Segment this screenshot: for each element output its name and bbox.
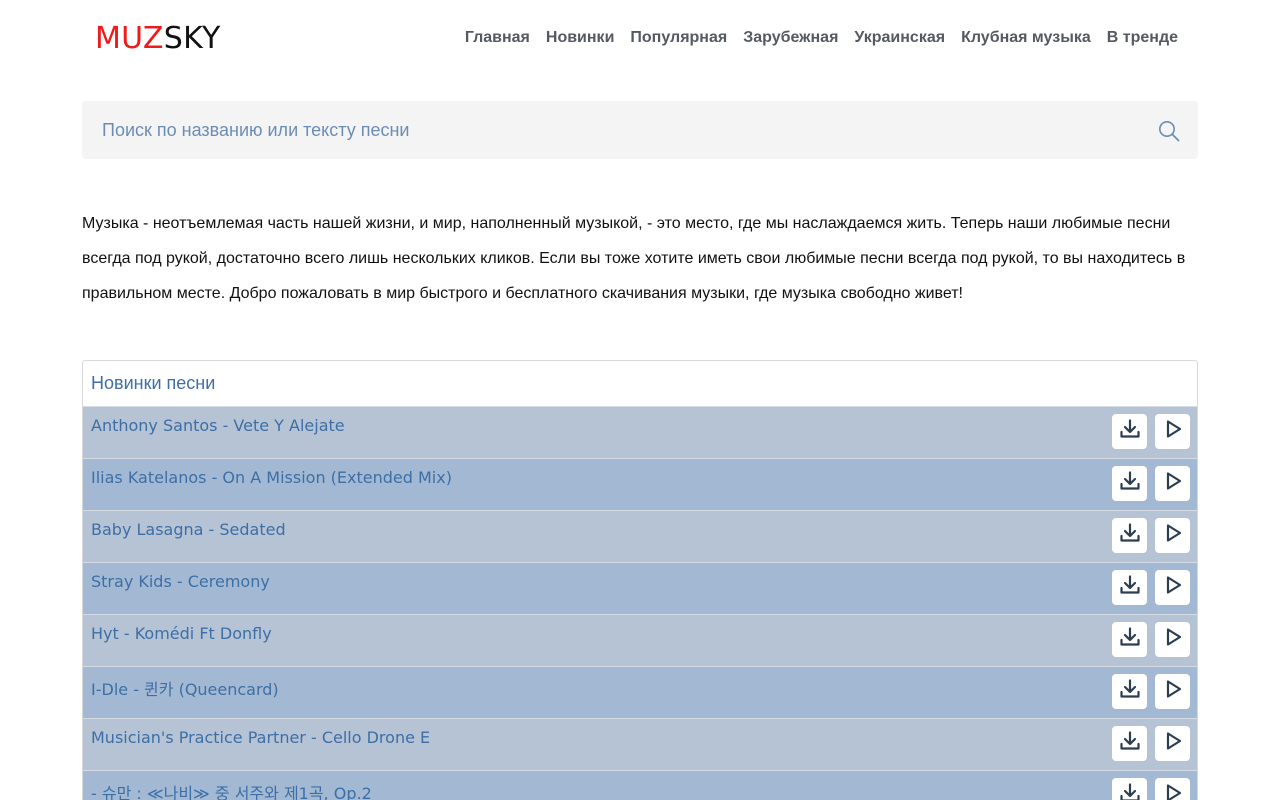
nav-new[interactable]: Новинки xyxy=(546,29,615,47)
download-icon xyxy=(1118,625,1142,654)
nav-popular[interactable]: Популярная xyxy=(630,29,727,47)
play-icon xyxy=(1161,521,1185,550)
play-icon xyxy=(1161,781,1185,800)
song-title-link[interactable]: Musician's Practice Partner - Cello Dron… xyxy=(91,728,430,747)
download-icon xyxy=(1118,521,1142,550)
song-row: Musician's Practice Partner - Cello Dron… xyxy=(83,718,1197,770)
play-button[interactable] xyxy=(1155,726,1190,761)
download-icon xyxy=(1118,417,1142,446)
search-icon[interactable] xyxy=(1158,120,1180,142)
song-row: Baby Lasagna - Sedated xyxy=(83,510,1197,562)
new-songs-panel: Новинки песни Anthony Santos - Vete Y Al… xyxy=(82,360,1198,800)
song-title-link[interactable]: Hyt - Komédi Ft Donfly xyxy=(91,624,272,643)
song-title-link[interactable]: Anthony Santos - Vete Y Alejate xyxy=(91,416,345,435)
play-icon xyxy=(1161,573,1185,602)
song-title-link[interactable]: - 슈만 : ≪나비≫ 중 서주와 제1곡, Op.2 xyxy=(91,780,372,800)
song-list: Anthony Santos - Vete Y Alejate Ilias Kat… xyxy=(83,406,1197,800)
nav-foreign[interactable]: Зарубежная xyxy=(743,29,838,47)
download-icon xyxy=(1118,729,1142,758)
song-title-link[interactable]: I-Dle - 퀸카 (Queencard) xyxy=(91,676,279,700)
intro-text: Музыка - неотъемлемая часть нашей жизни,… xyxy=(82,215,1186,302)
search-input[interactable] xyxy=(82,101,1198,159)
play-icon xyxy=(1161,417,1185,446)
song-row: Hyt - Komédi Ft Donfly xyxy=(83,614,1197,666)
play-button[interactable] xyxy=(1155,674,1190,709)
download-button[interactable] xyxy=(1112,414,1147,449)
download-button[interactable] xyxy=(1112,570,1147,605)
download-button[interactable] xyxy=(1112,518,1147,553)
song-row: Ilias Katelanos - On A Mission (Extended… xyxy=(83,458,1197,510)
main-nav: Главная Новинки Популярная Зарубежная Ук… xyxy=(465,29,1178,47)
download-button[interactable] xyxy=(1112,726,1147,761)
nav-club[interactable]: Клубная музыка xyxy=(961,29,1091,47)
download-icon xyxy=(1118,573,1142,602)
play-icon xyxy=(1161,469,1185,498)
page-container: MUZSKY Главная Новинки Популярная Зарубе… xyxy=(82,0,1198,800)
nav-trending[interactable]: В тренде xyxy=(1107,29,1178,47)
play-button[interactable] xyxy=(1155,414,1190,449)
play-button[interactable] xyxy=(1155,466,1190,501)
logo-part-red: MUZ xyxy=(95,20,164,56)
song-title-link[interactable]: Ilias Katelanos - On A Mission (Extended… xyxy=(91,468,452,487)
nav-ukrainian[interactable]: Украинская xyxy=(854,29,945,47)
panel-title: Новинки песни xyxy=(83,361,1197,406)
song-row: - 슈만 : ≪나비≫ 중 서주와 제1곡, Op.2 xyxy=(83,770,1197,800)
download-button[interactable] xyxy=(1112,674,1147,709)
play-button[interactable] xyxy=(1155,778,1190,800)
nav-home[interactable]: Главная xyxy=(465,29,530,47)
download-icon xyxy=(1118,677,1142,706)
search-bar xyxy=(82,101,1198,159)
play-button[interactable] xyxy=(1155,570,1190,605)
play-icon xyxy=(1161,625,1185,654)
play-button[interactable] xyxy=(1155,622,1190,657)
play-button[interactable] xyxy=(1155,518,1190,553)
download-button[interactable] xyxy=(1112,778,1147,800)
site-logo[interactable]: MUZSKY xyxy=(95,20,221,56)
play-icon xyxy=(1161,677,1185,706)
song-row: I-Dle - 퀸카 (Queencard) xyxy=(83,666,1197,718)
site-header: MUZSKY Главная Новинки Популярная Зарубе… xyxy=(82,0,1198,76)
logo-part-black: SKY xyxy=(163,20,221,56)
song-title-link[interactable]: Baby Lasagna - Sedated xyxy=(91,520,286,539)
download-button[interactable] xyxy=(1112,622,1147,657)
download-icon xyxy=(1118,469,1142,498)
play-icon xyxy=(1161,729,1185,758)
song-row: Anthony Santos - Vete Y Alejate xyxy=(83,406,1197,458)
download-icon xyxy=(1118,781,1142,800)
song-title-link[interactable]: Stray Kids - Ceremony xyxy=(91,572,270,591)
song-row: Stray Kids - Ceremony xyxy=(83,562,1197,614)
download-button[interactable] xyxy=(1112,466,1147,501)
